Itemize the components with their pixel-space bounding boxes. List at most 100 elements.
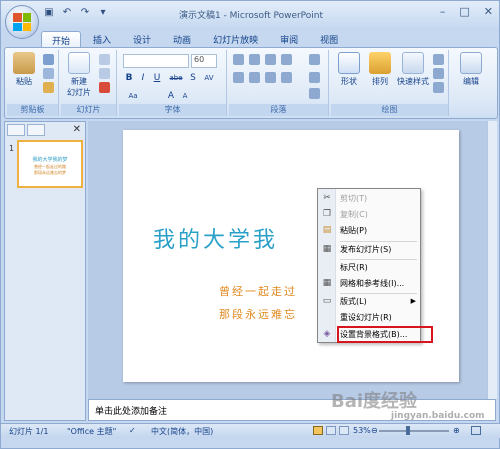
slide-title[interactable]: 我的大学我 (153, 222, 278, 254)
editing-button[interactable]: 编辑 (455, 52, 487, 87)
menu-item-paste[interactable]: 粘贴(P) (340, 225, 367, 239)
zoom-level[interactable]: 53% (353, 426, 371, 435)
smartart-icon[interactable] (309, 88, 320, 99)
align-right-icon[interactable] (265, 72, 276, 83)
tab-home[interactable]: 开始 (41, 31, 82, 47)
scissors-icon[interactable] (43, 54, 54, 65)
theme-name: "Office 主题" (67, 427, 117, 436)
grow-font-button[interactable]: A (165, 90, 177, 103)
strikethrough-button[interactable]: abe (167, 72, 185, 85)
menu-separator (340, 293, 417, 294)
pane-close-icon[interactable]: ✕ (73, 124, 81, 135)
new-slide-button[interactable]: 新建 幻灯片 (63, 52, 95, 98)
spellcheck-icon[interactable]: ✓ (129, 426, 136, 435)
slide-subtitle-line2[interactable]: 那段永远难忘 (219, 306, 297, 322)
increase-indent-icon[interactable] (281, 54, 292, 65)
slides-pane: ✕ 1 我的大学我的梦 曾经一起走过的路 那段永远难忘的梦 (4, 121, 86, 421)
menu-item-layout[interactable]: 版式(L) (340, 296, 367, 310)
delete-slide-icon[interactable] (99, 82, 110, 93)
undo-icon[interactable]: ↶ (61, 7, 73, 19)
slide-thumbnail[interactable]: 我的大学我的梦 曾经一起走过的路 那段永远难忘的梦 (17, 140, 83, 188)
layout-icon[interactable] (99, 54, 110, 65)
zoom-out-icon[interactable]: ⊖ (371, 426, 378, 435)
pane-tabs: ✕ (7, 124, 83, 137)
slide-subtitle-line1[interactable]: 曾经一起走过 (219, 283, 297, 299)
paragraph-group-label: 段落 (229, 104, 328, 116)
align-left-icon[interactable] (233, 72, 244, 83)
menu-item-grid-guides[interactable]: 网格和参考线(I)... (340, 278, 404, 292)
language-indicator[interactable]: 中文(简体，中国) (151, 426, 213, 437)
zoom-in-icon[interactable]: ⊕ (453, 426, 460, 435)
zoom-slider[interactable] (379, 430, 449, 432)
char-spacing-button[interactable]: AV (201, 72, 217, 85)
context-menu: ✂ 剪切(T) ❐ 复制(C) ▤ 粘贴(P) ▦ 发布幻灯片(S) 标尺(R)… (317, 188, 433, 343)
numbering-icon[interactable] (249, 54, 260, 65)
justify-icon[interactable] (281, 72, 292, 83)
slides-group: 新建 幻灯片 幻灯片 (61, 50, 117, 116)
copy-icon: ❐ (322, 209, 332, 219)
tab-slideshow[interactable]: 幻灯片放映 (203, 31, 268, 47)
outline-tab[interactable] (27, 124, 45, 136)
font-size-field[interactable]: 60 (191, 54, 217, 68)
change-case-button[interactable]: Aa (125, 90, 141, 103)
vertical-scrollbar[interactable] (487, 121, 497, 399)
zoom-slider-knob[interactable] (406, 426, 410, 435)
menu-item-reset-slide[interactable]: 重设幻灯片(R) (340, 312, 392, 326)
quick-styles-button[interactable]: 快速样式 (395, 52, 431, 87)
normal-view-icon[interactable] (313, 426, 323, 435)
customize-qat-icon[interactable]: ▾ (97, 7, 109, 19)
slide-sorter-icon[interactable] (326, 426, 336, 435)
thumbnail-title: 我的大学我的梦 (32, 157, 68, 163)
bullets-icon[interactable] (233, 54, 244, 65)
save-icon[interactable]: ▣ (43, 7, 55, 19)
menu-item-ruler[interactable]: 标尺(R) (340, 262, 368, 276)
paste-button[interactable]: 粘贴 (11, 52, 37, 87)
submenu-arrow-icon: ▶ (410, 297, 416, 305)
tab-design[interactable]: 设计 (123, 31, 161, 47)
slides-tab[interactable] (7, 124, 25, 136)
quick-styles-icon (402, 52, 424, 74)
decrease-indent-icon[interactable] (265, 54, 276, 65)
slide-number: 1 (9, 144, 15, 153)
tab-animations[interactable]: 动画 (163, 31, 201, 47)
slide-counter: 幻灯片 1/1 (9, 427, 49, 436)
menu-item-copy[interactable]: 复制(C) (340, 209, 368, 223)
slideshow-view-icon[interactable] (339, 426, 349, 435)
reset-icon[interactable] (99, 68, 110, 79)
format-painter-icon[interactable] (43, 82, 54, 93)
bold-button[interactable]: B (123, 72, 135, 85)
quick-access-toolbar: ▣ ↶ ↷ ▾ (43, 7, 109, 19)
shape-effects-icon[interactable] (433, 82, 444, 93)
menu-item-cut[interactable]: 剪切(T) (340, 193, 367, 207)
underline-button[interactable]: U (151, 72, 163, 85)
tab-view[interactable]: 视图 (310, 31, 348, 47)
shapes-button[interactable]: 形状 (333, 52, 365, 87)
font-name-field[interactable] (123, 54, 189, 68)
fit-to-window-icon[interactable] (471, 426, 481, 435)
title-bar: ▣ ↶ ↷ ▾ 演示文稿1 - Microsoft PowerPoint – □… (1, 1, 499, 27)
tab-review[interactable]: 审阅 (270, 31, 308, 47)
shape-outline-icon[interactable] (433, 68, 444, 79)
paragraph-group: 段落 (229, 50, 329, 116)
maximize-icon[interactable]: □ (459, 5, 469, 18)
italic-button[interactable]: I (137, 72, 149, 85)
align-center-icon[interactable] (249, 72, 260, 83)
redo-icon[interactable]: ↷ (79, 7, 91, 19)
shrink-font-button[interactable]: A (179, 90, 191, 103)
menu-item-publish-slides[interactable]: 发布幻灯片(S) (340, 244, 391, 258)
editing-group: 编辑 (451, 50, 491, 116)
align-text-icon[interactable] (309, 72, 320, 83)
office-button[interactable] (5, 5, 39, 39)
minimize-icon[interactable]: – (440, 5, 446, 18)
close-icon[interactable]: ✕ (484, 5, 493, 18)
arrange-button[interactable]: 排列 (365, 52, 395, 87)
copy-icon[interactable] (43, 68, 54, 79)
baidu-watermark: Bai度经验 jingyan.baidu.com (331, 391, 485, 421)
shape-fill-icon[interactable] (433, 54, 444, 65)
drawing-group: 形状 排列 快速样式 绘图 (331, 50, 449, 116)
tab-insert[interactable]: 插入 (83, 31, 121, 47)
window-controls: – □ ✕ (440, 5, 493, 18)
grid-icon: ▦ (322, 278, 332, 288)
shadow-button[interactable]: S (187, 72, 199, 85)
text-direction-icon[interactable] (309, 54, 320, 65)
